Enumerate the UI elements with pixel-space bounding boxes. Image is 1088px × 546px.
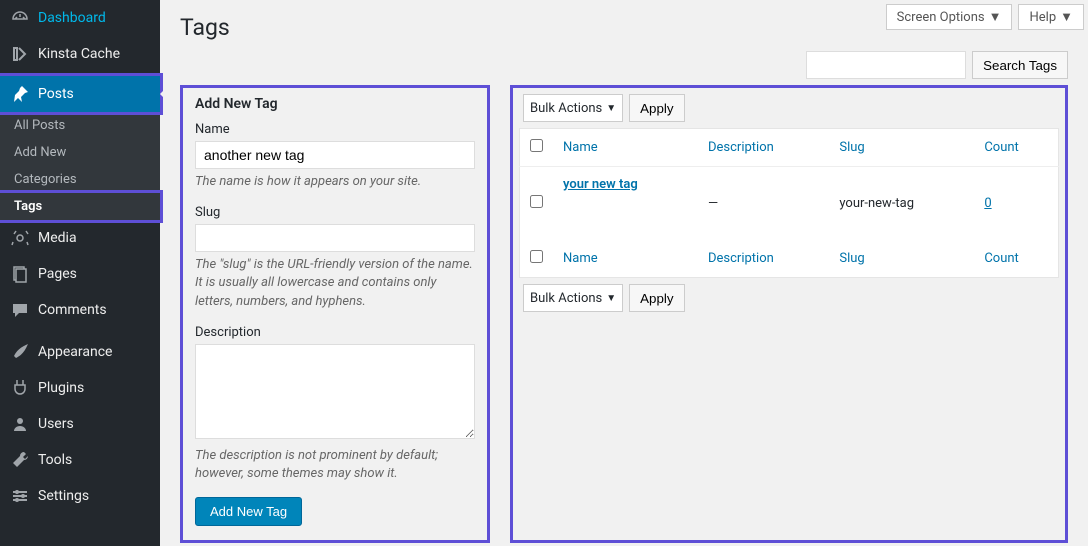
select-all-checkbox-bottom[interactable] (530, 250, 543, 263)
media-icon (10, 228, 30, 248)
sidebar-label: Plugins (38, 380, 84, 396)
chevron-down-icon: ▼ (1060, 9, 1073, 25)
bulk-actions-select-bottom[interactable]: Bulk Actions ▼ (523, 284, 623, 312)
search-input[interactable] (806, 51, 966, 79)
sidebar-item-kinsta-cache[interactable]: Kinsta Cache (0, 36, 160, 72)
sidebar-item-plugins[interactable]: Plugins (0, 370, 160, 406)
sidebar-item-dashboard[interactable]: Dashboard (0, 0, 160, 36)
col-count[interactable]: Count (974, 240, 1058, 278)
sidebar-item-settings[interactable]: Settings (0, 478, 160, 514)
bulk-actions-label: Bulk Actions (530, 101, 602, 116)
help-label: Help (1029, 10, 1056, 25)
kinsta-icon (10, 44, 30, 64)
add-new-tag-button[interactable]: Add New Tag (195, 497, 302, 526)
posts-submenu: All Posts Add New Categories Tags (0, 112, 160, 223)
sidebar-label: Posts (38, 86, 74, 102)
screen-options-label: Screen Options (897, 10, 985, 25)
select-all-checkbox-top[interactable] (530, 139, 543, 152)
settings-icon (10, 486, 30, 506)
slug-label: Slug (195, 205, 475, 220)
chevron-down-icon: ▼ (606, 293, 616, 304)
sidebar-item-comments[interactable]: Comments (0, 292, 160, 328)
col-description[interactable]: Description (698, 129, 829, 167)
comments-icon (10, 300, 30, 320)
sidebar-label: Users (38, 416, 74, 432)
help-button[interactable]: Help ▼ (1018, 4, 1084, 30)
sidebar-label: Comments (38, 302, 107, 318)
col-description[interactable]: Description (698, 240, 829, 278)
form-heading: Add New Tag (195, 96, 475, 112)
row-checkbox[interactable] (530, 195, 543, 208)
sidebar-item-posts[interactable]: Posts (0, 73, 163, 115)
pin-icon (10, 84, 30, 104)
tools-icon (10, 450, 30, 470)
sidebar-item-media[interactable]: Media (0, 220, 160, 256)
table-row: your new tag — your-new-tag 0 (520, 167, 1059, 241)
sidebar-label: Appearance (38, 344, 112, 360)
name-description: The name is how it appears on your site. (195, 173, 475, 191)
chevron-down-icon: ▼ (989, 9, 1002, 25)
sidebar-label: Dashboard (38, 10, 106, 26)
slug-description: The "slug" is the URL-friendly version o… (195, 256, 475, 311)
col-slug[interactable]: Slug (829, 240, 974, 278)
add-tag-form: Add New Tag Name The name is how it appe… (180, 85, 490, 543)
apply-button-top[interactable]: Apply (629, 94, 684, 122)
tags-list-panel: Bulk Actions ▼ Apply Name Description Sl… (510, 85, 1068, 543)
bulk-actions-label: Bulk Actions (530, 291, 602, 306)
tag-name-link[interactable]: your new tag (563, 177, 638, 192)
sidebar-item-categories[interactable]: Categories (0, 166, 160, 193)
plugins-icon (10, 378, 30, 398)
apply-button-bottom[interactable]: Apply (629, 284, 684, 312)
users-icon (10, 414, 30, 434)
content-area: Screen Options ▼ Help ▼ Tags Search Tags… (160, 0, 1088, 546)
sidebar-label: Pages (38, 266, 77, 282)
sidebar-item-appearance[interactable]: Appearance (0, 334, 160, 370)
description-label: Description (195, 325, 475, 340)
col-name[interactable]: Name (553, 129, 698, 167)
bulk-actions-select-top[interactable]: Bulk Actions ▼ (523, 94, 623, 122)
tag-description-cell: — (698, 167, 829, 241)
col-name[interactable]: Name (553, 240, 698, 278)
tags-table: Name Description Slug Count your new tag… (519, 128, 1059, 278)
screen-options-button[interactable]: Screen Options ▼ (886, 4, 1013, 30)
pages-icon (10, 264, 30, 284)
sidebar-label: Kinsta Cache (38, 46, 120, 62)
search-tags-button[interactable]: Search Tags (972, 51, 1068, 79)
tag-slug-cell: your-new-tag (829, 167, 974, 241)
name-field[interactable] (195, 141, 475, 169)
description-field[interactable] (195, 344, 475, 439)
col-slug[interactable]: Slug (829, 129, 974, 167)
sidebar-item-pages[interactable]: Pages (0, 256, 160, 292)
col-count[interactable]: Count (974, 129, 1058, 167)
description-description: The description is not prominent by defa… (195, 447, 475, 483)
sidebar-item-add-new[interactable]: Add New (0, 139, 160, 166)
tag-count-link[interactable]: 0 (984, 196, 991, 211)
slug-field[interactable] (195, 224, 475, 252)
appearance-icon (10, 342, 30, 362)
sidebar-label: Settings (38, 488, 89, 504)
sidebar-label: Media (38, 230, 77, 246)
sidebar-item-tools[interactable]: Tools (0, 442, 160, 478)
dashboard-icon (10, 8, 30, 28)
sidebar-item-all-posts[interactable]: All Posts (0, 112, 160, 139)
admin-sidebar: Dashboard Kinsta Cache Posts All Posts A… (0, 0, 160, 546)
sidebar-label: Tools (38, 452, 72, 468)
sidebar-item-users[interactable]: Users (0, 406, 160, 442)
chevron-down-icon: ▼ (606, 103, 616, 114)
sidebar-item-tags[interactable]: Tags (0, 190, 163, 223)
name-label: Name (195, 122, 475, 137)
